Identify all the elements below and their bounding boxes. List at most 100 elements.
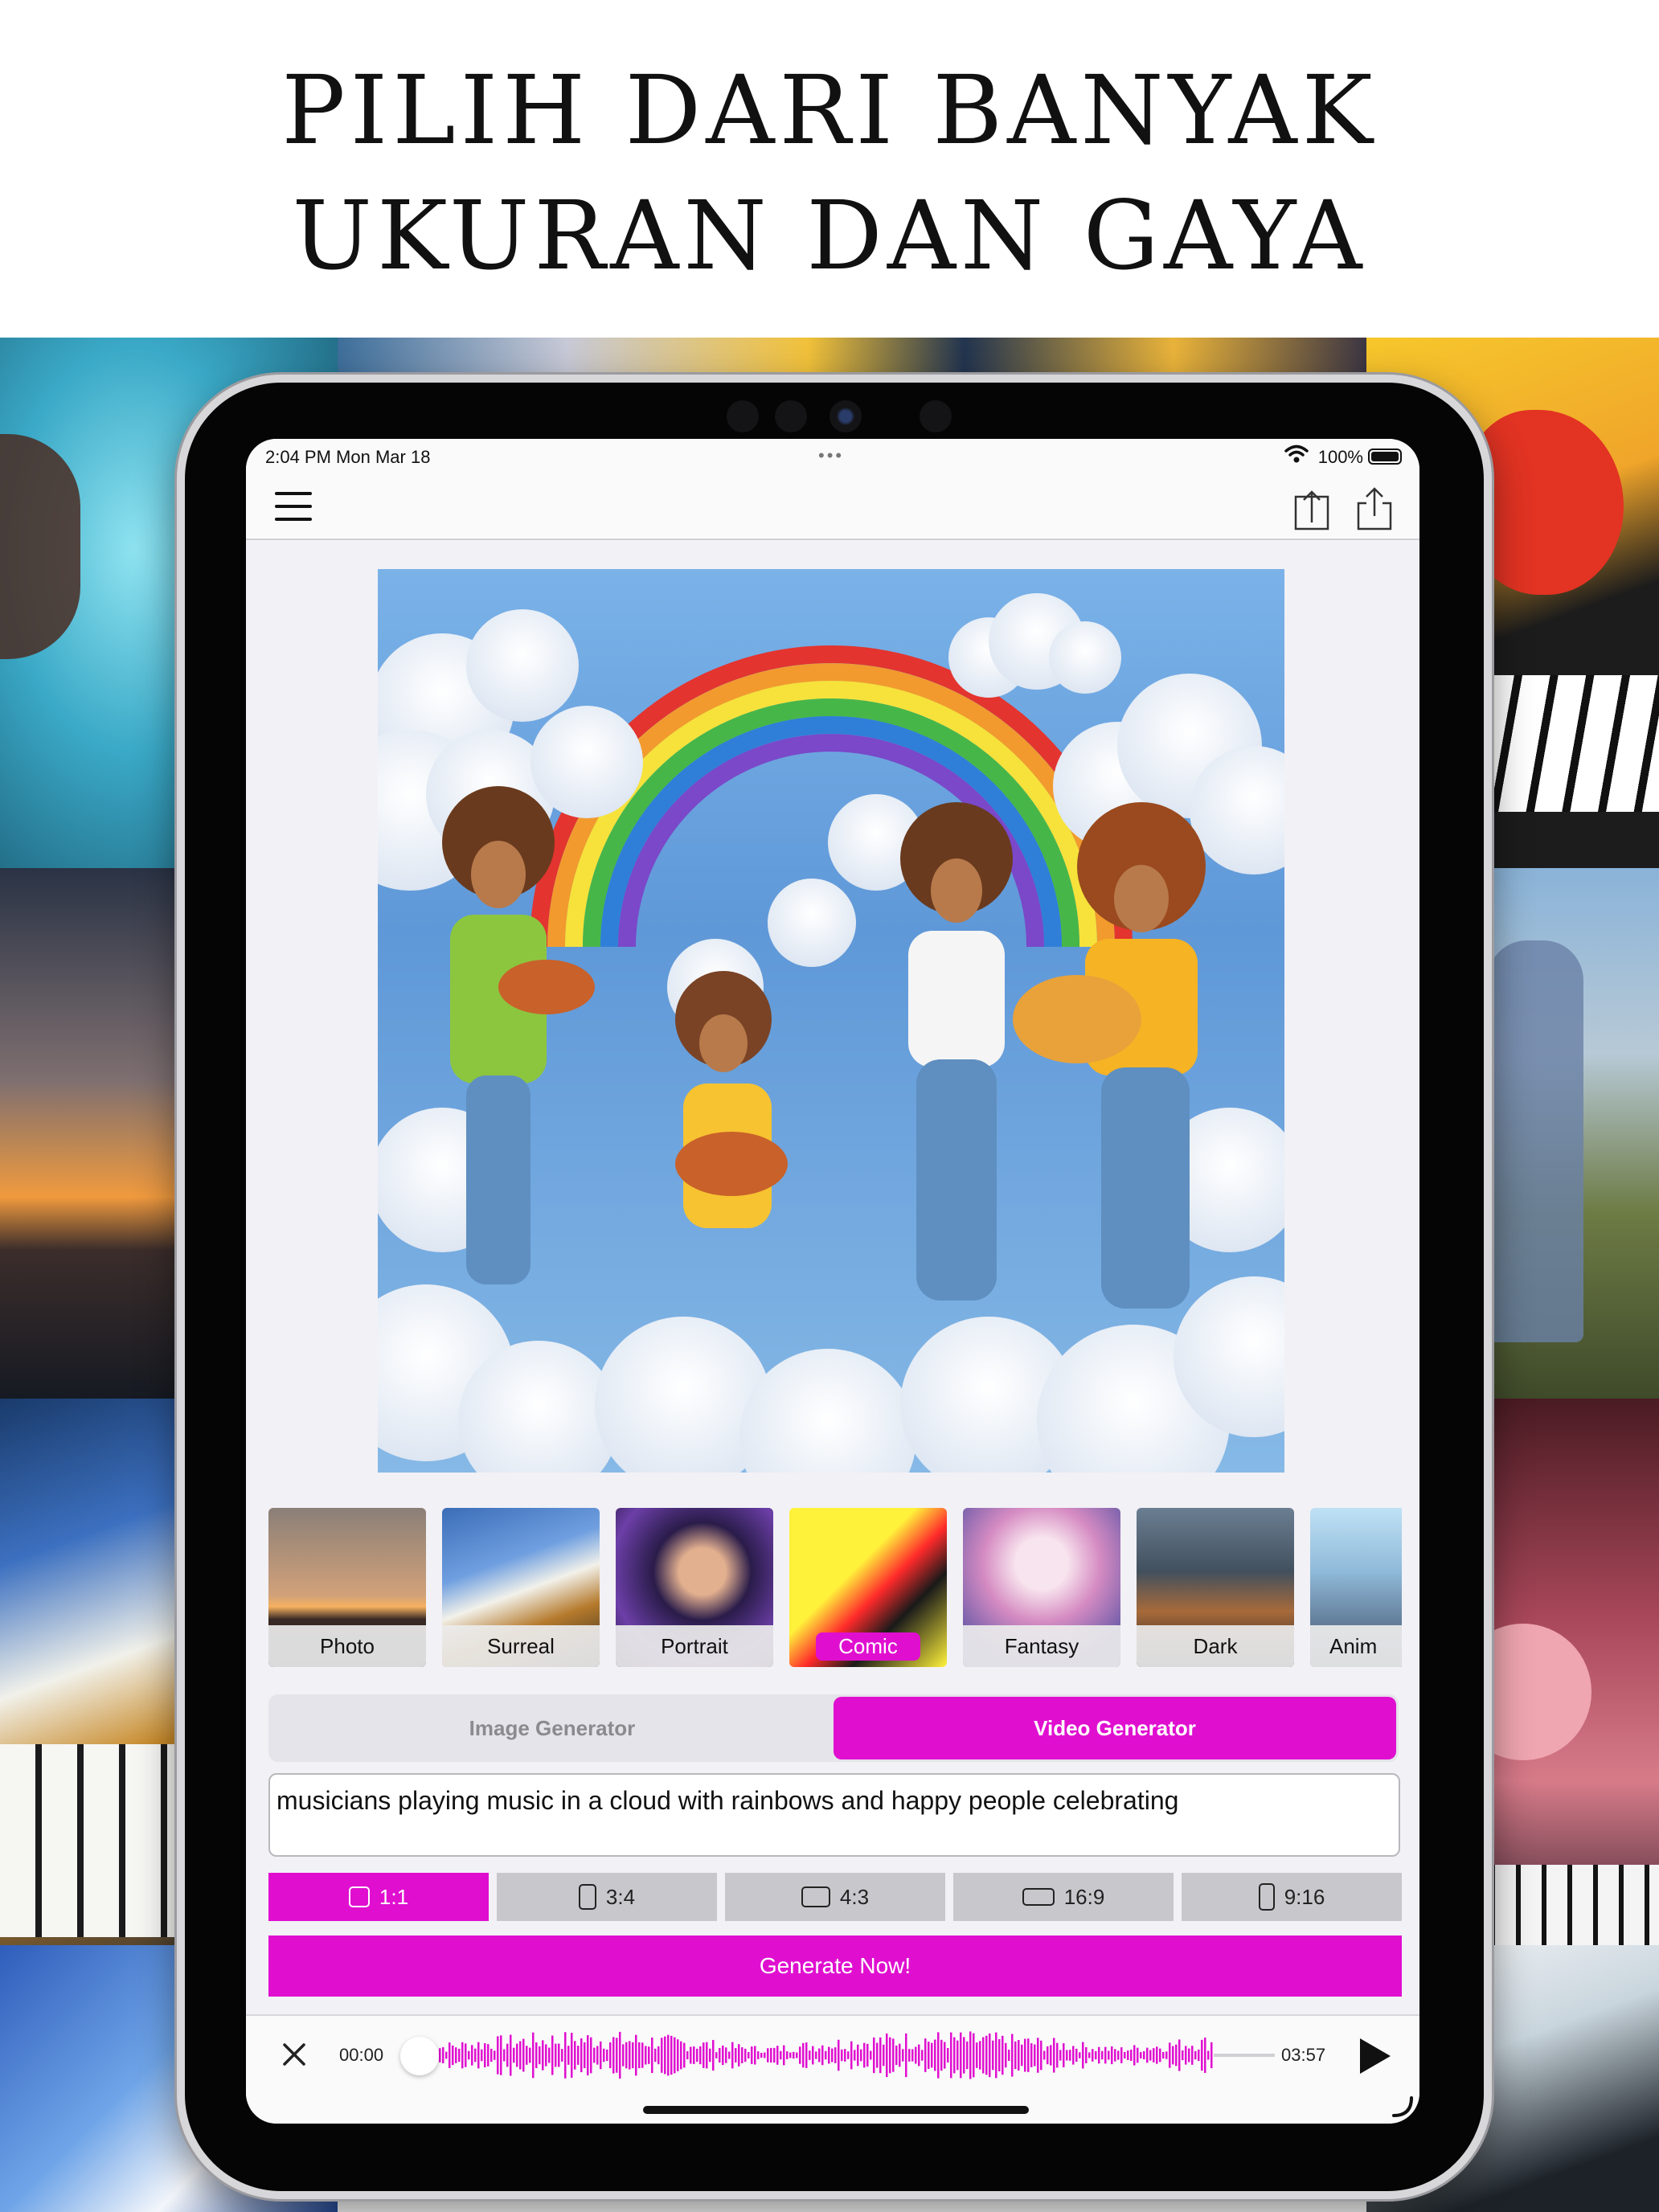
waveform-bar (1079, 2052, 1081, 2058)
aspect-1-1-button[interactable]: 1:1 (268, 1873, 489, 1921)
generate-now-button[interactable]: Generate Now! (268, 1936, 1402, 1997)
waveform-bar (625, 2042, 628, 2069)
aspect-16-9-button[interactable]: 16:9 (953, 1873, 1174, 1921)
waveform-bar (1194, 2050, 1197, 2060)
nav-bar (246, 474, 1419, 540)
waveform-bar (1120, 2047, 1123, 2063)
style-label: Anim (1329, 1633, 1378, 1658)
waveform-bar (1156, 2046, 1158, 2064)
waveform-bar (1111, 2046, 1113, 2065)
waveform-bar (657, 2046, 660, 2065)
waveform-bar (1149, 2050, 1152, 2061)
landscape-rect-icon (801, 1886, 830, 1907)
waveform-bar (1198, 2049, 1200, 2062)
waveform-bar (844, 2049, 846, 2062)
waveform-bar (1047, 2046, 1049, 2065)
waveform-bar (481, 2049, 483, 2062)
style-option-anim[interactable]: Anim (1310, 1508, 1402, 1667)
waveform-bar (863, 2042, 866, 2068)
waveform-bar (703, 2042, 705, 2068)
waveform-bar (989, 2033, 991, 2078)
waveform-bar (548, 2047, 551, 2063)
waveform-bar (506, 2043, 509, 2067)
waveform-bar (944, 2042, 946, 2069)
aspect-9-16-button[interactable]: 9:16 (1182, 1873, 1402, 1921)
close-icon[interactable] (276, 2037, 312, 2072)
waveform-bar (802, 2042, 805, 2068)
waveform-bar (1056, 2042, 1059, 2068)
style-option-surreal[interactable]: Surreal (442, 1508, 600, 1667)
waveform-bar (860, 2049, 862, 2062)
waveform-bar (445, 2051, 448, 2059)
style-option-comic[interactable]: Comic (789, 1508, 947, 1667)
waveform-bar (497, 2036, 499, 2075)
style-option-photo[interactable]: Photo (268, 1508, 426, 1667)
waveform-bar (953, 2037, 956, 2074)
audio-waveform[interactable] (410, 2024, 1278, 2087)
waveform-bar (735, 2048, 737, 2062)
waveform-bar (748, 2051, 750, 2059)
waveform-bar (1037, 2038, 1039, 2073)
camera-sensor (727, 400, 759, 432)
waveform-bar (455, 2047, 457, 2063)
aspect-3-4-button[interactable]: 3:4 (497, 1873, 717, 1921)
waveform-bar (1072, 2046, 1075, 2065)
waveform-bar (831, 2048, 834, 2062)
waveform-bar (1207, 2050, 1210, 2060)
waveform-bar (526, 2046, 528, 2065)
multitasking-dots[interactable]: ••• (818, 445, 844, 466)
waveform-bar (484, 2043, 486, 2067)
waveform-bar (1011, 2034, 1014, 2077)
style-option-fantasy[interactable]: Fantasy (963, 1508, 1120, 1667)
export-icon[interactable] (1292, 485, 1334, 534)
waveform-tail (1214, 2054, 1275, 2057)
waveform-bar (1043, 2050, 1046, 2060)
waveform-bar (1002, 2035, 1004, 2075)
waveform-bar (690, 2046, 692, 2064)
waveform-bar (754, 2046, 756, 2065)
waveform-bar (1172, 2046, 1174, 2065)
waveform-bar (764, 2052, 766, 2058)
waveform-bar (841, 2049, 843, 2062)
hamburger-icon[interactable] (275, 492, 313, 522)
waveform-bar (619, 2031, 621, 2079)
play-icon[interactable] (1355, 2035, 1394, 2077)
waveform-bar (773, 2047, 776, 2063)
waveform-bar (1101, 2050, 1104, 2060)
waveform-bar (950, 2032, 952, 2079)
playback-scrubber-knob[interactable] (400, 2037, 439, 2075)
waveform-bar (1114, 2049, 1116, 2062)
waveform-bar (908, 2049, 911, 2062)
waveform-bar (503, 2049, 506, 2062)
waveform-bar (529, 2047, 531, 2063)
waveform-bar (664, 2036, 666, 2075)
waveform-bar (879, 2037, 882, 2074)
tab-video-generator[interactable]: Video Generator (834, 1697, 1396, 1759)
share-icon[interactable] (1354, 485, 1395, 534)
aspect-4-3-button[interactable]: 4:3 (725, 1873, 945, 1921)
headline: PILIH DARI BANYAK UKURAN DAN GAYA (0, 0, 1659, 338)
waveform-bar (1024, 2038, 1026, 2072)
status-bar: 2:04 PM Mon Mar 18 ••• 100% (246, 439, 1419, 474)
waveform-bar (1104, 2046, 1107, 2064)
waveform-bar (1153, 2048, 1155, 2062)
waveform-bar (728, 2051, 731, 2059)
waveform-bar (638, 2042, 641, 2069)
waveform-bar (461, 2042, 464, 2069)
waveform-bar (815, 2051, 817, 2059)
waveform-bar (577, 2046, 580, 2065)
tab-image-generator[interactable]: Image Generator (271, 1697, 834, 1759)
waveform-bar (545, 2044, 547, 2067)
waveform-bar (995, 2032, 997, 2079)
generated-image[interactable] (378, 569, 1284, 1473)
style-option-portrait[interactable]: Portrait (616, 1508, 773, 1667)
waveform-bar (976, 2042, 978, 2068)
style-picker: Photo Surreal Portrait Comic Fantasy Dar… (268, 1508, 1402, 1669)
prompt-input[interactable] (268, 1773, 1400, 1857)
waveform-bar (895, 2045, 898, 2066)
style-option-dark[interactable]: Dark (1137, 1508, 1294, 1667)
waveform-bar (564, 2032, 567, 2079)
waveform-bar (937, 2032, 940, 2079)
waveform-bar (757, 2051, 760, 2059)
waveform-bar (963, 2037, 965, 2074)
